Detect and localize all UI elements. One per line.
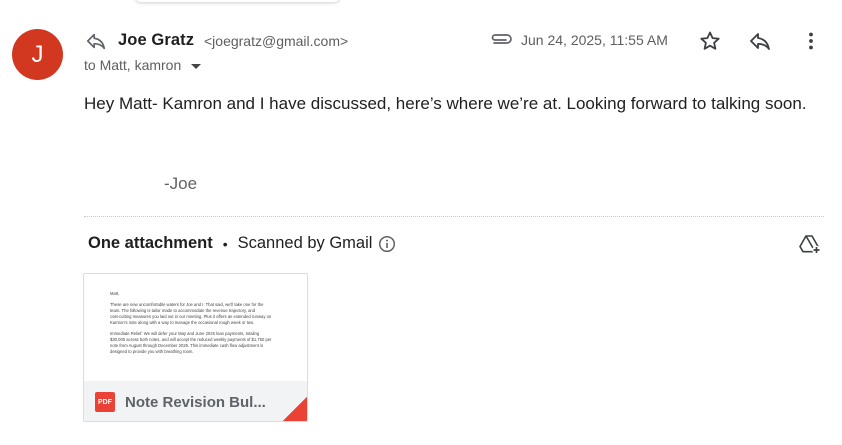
reply-icon[interactable] [748, 29, 772, 53]
previous-message-edge [135, 0, 340, 2]
separator-dot: • [222, 235, 228, 252]
pdf-icon: PDF [95, 392, 115, 412]
recipients-toggle[interactable]: to Matt, kamron [84, 57, 202, 73]
attachment-card[interactable]: Matt, These are new uncomfortable waters… [83, 273, 308, 422]
preview-line: designed to provide you with breathing r… [110, 349, 194, 354]
attachments-header: One attachment • Scanned by Gmail [88, 234, 396, 253]
star-outline-icon[interactable] [698, 29, 722, 53]
page-corner-fold [283, 397, 307, 421]
info-circle-icon[interactable] [378, 235, 396, 253]
attachment-count: One attachment [88, 234, 213, 252]
message-date: Jun 24, 2025, 11:55 AM [521, 32, 668, 48]
attachment-preview: Matt, These are new uncomfortable waters… [84, 274, 307, 382]
paperclip-icon [491, 34, 512, 44]
scan-status: Scanned by Gmail [237, 234, 373, 252]
attachments-divider [84, 216, 824, 217]
add-to-drive-icon[interactable] [798, 233, 822, 255]
chevron-down-icon [191, 63, 202, 69]
sender-name[interactable]: Joe Gratz [118, 31, 194, 50]
message-body: Hey Matt- Kamron and I have discussed, h… [84, 94, 807, 113]
attachment-footer: PDF Note Revision Bul... [84, 381, 307, 421]
message-signature: -Joe [164, 174, 198, 193]
avatar[interactable]: J [12, 29, 63, 80]
sender-email: <joegratz@gmail.com> [204, 33, 349, 49]
recipients-label: to Matt, kamron [84, 57, 182, 73]
more-vert-icon[interactable] [799, 29, 823, 53]
avatar-letter: J [31, 40, 44, 68]
attachment-filename: Note Revision Bul... [125, 393, 266, 411]
reply-arrow-icon [86, 33, 106, 50]
